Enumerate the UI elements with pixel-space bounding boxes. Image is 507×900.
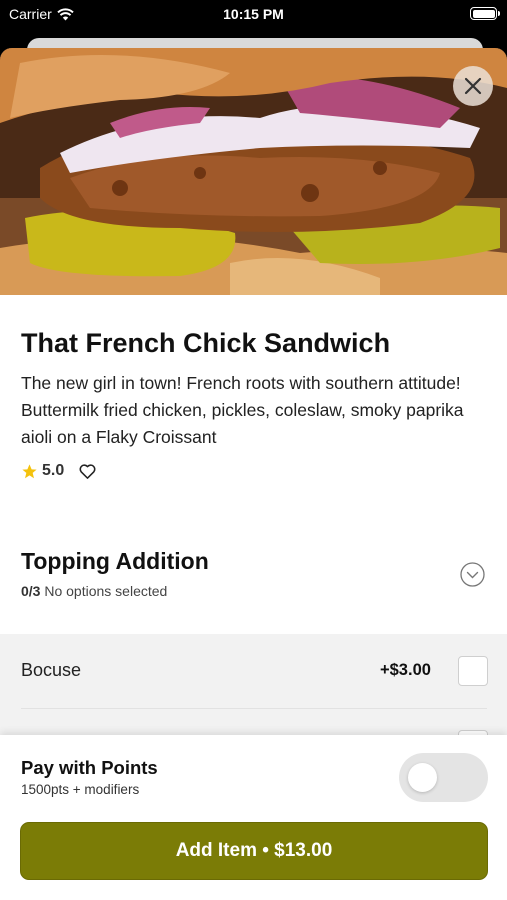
option-name: Bocuse <box>21 660 82 680</box>
product-meta: 5.0 <box>21 462 97 480</box>
topping-section-title: Topping Addition <box>21 548 209 574</box>
divider <box>21 708 487 709</box>
topping-expand-button[interactable] <box>460 562 485 587</box>
close-icon <box>464 77 482 95</box>
status-time: 10:15 PM <box>223 6 284 22</box>
bottom-panel: Pay with Points 1500pts + modifiers Add … <box>0 735 507 900</box>
topping-status-text: No options selected <box>44 583 168 599</box>
chevron-down-icon <box>460 562 485 587</box>
status-bar: Carrier 10:15 PM <box>0 0 507 30</box>
star-icon <box>22 463 37 478</box>
heart-icon[interactable] <box>78 462 97 480</box>
battery-icon <box>470 7 500 20</box>
option-price: +$3.00 <box>380 661 431 679</box>
product-image <box>0 48 507 295</box>
add-item-button[interactable]: Add Item • $13.00 <box>20 822 488 880</box>
list-item[interactable]: Bocuse +$3.00 <box>0 634 507 708</box>
product-sheet: That French Chick Sandwich The new girl … <box>0 48 507 900</box>
topping-section-status: 0/3 No options selected <box>21 583 167 599</box>
pay-with-points-title: Pay with Points <box>21 757 158 778</box>
sandwich-illustration <box>0 48 507 295</box>
pay-with-points-toggle[interactable] <box>399 753 488 802</box>
product-description: The new girl in town! French roots with … <box>21 373 464 447</box>
toggle-knob <box>408 763 437 792</box>
option-checkbox[interactable] <box>458 656 488 686</box>
topping-count: 0/3 <box>21 583 41 599</box>
close-button[interactable] <box>453 66 493 106</box>
product-title: That French Chick Sandwich <box>21 328 391 358</box>
pay-with-points-subtitle: 1500pts + modifiers <box>21 782 140 797</box>
rating-value: 5.0 <box>42 462 65 479</box>
